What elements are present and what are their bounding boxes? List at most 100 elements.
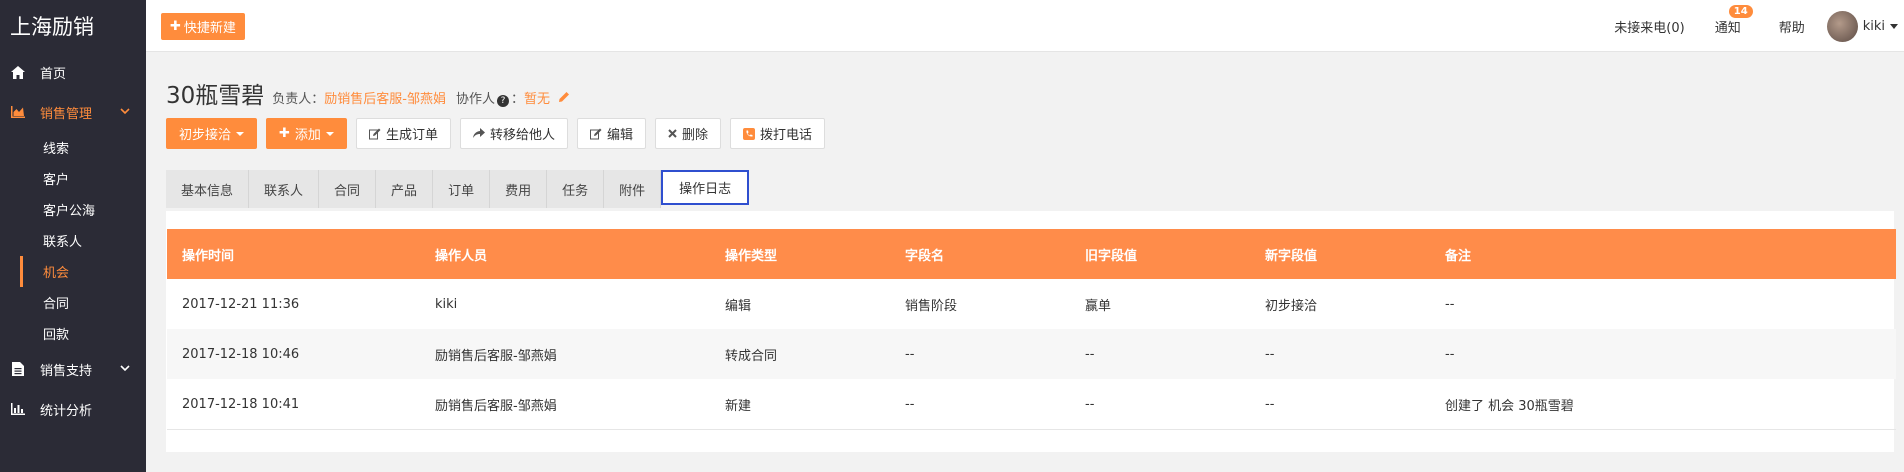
tab-products[interactable]: 产品	[376, 170, 434, 208]
stage-label: 初步接洽	[179, 128, 232, 143]
tab-basic-info[interactable]: 基本信息	[166, 170, 250, 208]
table-header-row: 操作时间 操作人员 操作类型 字段名 旧字段值 新字段值 备注	[167, 229, 1896, 279]
top-right-menu: 未接来电(0) 通知 14 帮助 kiki	[1614, 0, 1904, 52]
edit-icon	[589, 128, 602, 140]
sidebar-subitem-contracts[interactable]: 合同	[20, 287, 146, 318]
sidebar-item-sales-management[interactable]: 销售管理	[0, 92, 146, 132]
table-cell: --	[905, 346, 915, 362]
sidebar-subitem-leads[interactable]: 线索	[20, 132, 146, 163]
column-header: 操作人员	[435, 248, 488, 264]
sales-submenu: 线索 客户 客户公海 联系人 机会 合同 回款	[0, 132, 146, 349]
chart-area-icon	[10, 104, 26, 120]
sidebar-subitem-customer-pool[interactable]: 客户公海	[20, 194, 146, 225]
add-label: 添加	[294, 128, 321, 143]
generate-order-button[interactable]: 生成订单	[355, 118, 451, 149]
brand-logo[interactable]: 上海励销	[0, 0, 146, 52]
caret-down-icon	[236, 131, 245, 136]
sidebar-subitem-opportunities[interactable]: 机会	[20, 256, 146, 287]
sidebar-item-label: 首页	[40, 66, 67, 82]
sidebar-item-label: 销售管理	[40, 106, 93, 122]
owner-label: 负责人：	[272, 92, 325, 107]
add-dropdown-button[interactable]: ✚ 添加	[266, 118, 347, 149]
column-header: 字段名	[905, 248, 945, 264]
tab-operation-log[interactable]: 操作日志	[661, 170, 750, 205]
table-cell: 编辑	[725, 298, 752, 314]
plus-icon: ✚	[279, 126, 290, 141]
home-icon	[10, 64, 26, 80]
action-toolbar: 初步接洽 ✚ 添加 生成订单 转移给他人 编辑 删除 拨打电话	[166, 118, 834, 149]
table-cell: --	[1265, 396, 1275, 412]
close-icon	[668, 129, 677, 138]
table-cell: 励销售后客服-邹燕娟	[435, 398, 557, 414]
tab-expenses[interactable]: 费用	[490, 170, 548, 208]
stage-dropdown-button[interactable]: 初步接洽	[166, 118, 258, 149]
table-row: 2017-12-18 10:41 励销售后客服-邹燕娟 新建 -- -- -- …	[167, 379, 1896, 429]
notification-badge: 14	[1728, 4, 1753, 18]
opportunity-header: 30瓶雪碧 负责人： 励销售后客服-邹燕娟 协作人 ? ： 暂无	[166, 76, 570, 110]
chevron-down-icon	[120, 362, 130, 372]
table-cell: 赢单	[1085, 298, 1112, 314]
table-divider	[167, 429, 1896, 430]
call-button[interactable]: 拨打电话	[730, 118, 826, 149]
table-cell: 2017-12-18 10:46	[182, 346, 300, 362]
tab-contracts[interactable]: 合同	[319, 170, 377, 208]
chevron-down-icon	[120, 105, 130, 115]
tab-contacts[interactable]: 联系人	[249, 170, 320, 208]
sidebar-subitem-contacts[interactable]: 联系人	[20, 225, 146, 256]
quick-new-button[interactable]: ✚ 快捷新建	[161, 13, 245, 40]
table-cell: 销售阶段	[905, 298, 958, 314]
transfer-button[interactable]: 转移给他人	[459, 118, 568, 149]
table-cell: 励销售后客服-邹燕娟	[435, 348, 557, 364]
edit-button[interactable]: 编辑	[576, 118, 646, 149]
table-cell: 新建	[725, 398, 752, 414]
generate-order-label: 生成订单	[385, 128, 438, 143]
sidebar-subitem-payments[interactable]: 回款	[20, 318, 146, 349]
sidebar-item-label: 销售支持	[40, 363, 93, 379]
delete-label: 删除	[681, 128, 708, 143]
tab-tasks[interactable]: 任务	[547, 170, 605, 208]
table-cell: 转成合同	[725, 348, 778, 364]
tab-attachments[interactable]: 附件	[604, 170, 662, 208]
sidebar-item-sales-support[interactable]: 销售支持	[0, 349, 146, 389]
top-bar: ✚ 快捷新建 未接来电(0) 通知 14 帮助 kiki	[146, 0, 1904, 52]
caret-down-icon	[325, 131, 334, 136]
column-header: 旧字段值	[1085, 248, 1138, 264]
help-link[interactable]: 帮助	[1779, 17, 1805, 36]
edit-icon	[368, 128, 381, 140]
operation-log-panel: 操作时间 操作人员 操作类型 字段名 旧字段值 新字段值 备注 2017-12-…	[166, 211, 1896, 452]
sidebar: 上海励销 首页 销售管理 线索 客户 客户公海 联系人 机会 合同 回款 销售支…	[0, 0, 146, 472]
sidebar-item-home[interactable]: 首页	[0, 52, 146, 92]
user-name: kiki	[1862, 18, 1885, 34]
collaborator-colon: ：	[511, 92, 525, 107]
table-cell: 2017-12-21 11:36	[182, 296, 300, 312]
owner-link[interactable]: 励销售后客服-邹燕娟	[324, 88, 446, 107]
column-header: 操作类型	[725, 248, 778, 264]
table-cell: 初步接洽	[1265, 298, 1318, 314]
column-header: 新字段值	[1265, 248, 1318, 264]
missed-calls-link[interactable]: 未接来电(0)	[1614, 17, 1684, 36]
table-cell: 创建了 机会 30瓶雪碧	[1445, 398, 1574, 414]
caret-down-icon	[1890, 23, 1898, 29]
sidebar-item-statistics[interactable]: 统计分析	[0, 389, 146, 429]
sidebar-item-label: 统计分析	[40, 403, 93, 419]
document-icon	[10, 361, 26, 377]
question-icon[interactable]: ?	[497, 95, 510, 107]
notifications-label: 通知	[1714, 20, 1741, 36]
collaborator-label: 协作人	[456, 92, 496, 107]
phone-icon	[743, 127, 755, 140]
plus-icon: ✚	[170, 19, 181, 34]
tab-orders[interactable]: 订单	[433, 170, 491, 208]
sidebar-subitem-customers[interactable]: 客户	[20, 163, 146, 194]
detail-tabs: 基本信息 联系人 合同 产品 订单 费用 任务 附件 操作日志	[166, 170, 750, 208]
table-cell: --	[905, 396, 915, 412]
column-header: 备注	[1445, 248, 1472, 264]
edit-label: 编辑	[606, 128, 633, 143]
table-cell: --	[1445, 346, 1455, 362]
pencil-icon[interactable]	[558, 91, 570, 107]
table-cell: 2017-12-18 10:41	[182, 396, 300, 412]
delete-button[interactable]: 删除	[654, 118, 721, 149]
table-row: 2017-12-21 11:36 kiki 编辑 销售阶段 赢单 初步接洽 --	[167, 279, 1896, 329]
notifications-link[interactable]: 通知 14	[1714, 4, 1753, 36]
table-cell: --	[1085, 346, 1095, 362]
user-menu[interactable]: kiki	[1826, 10, 1898, 42]
